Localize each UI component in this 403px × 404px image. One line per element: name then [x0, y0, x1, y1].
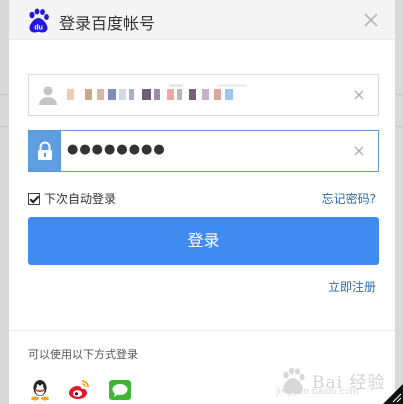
backdrop-line — [0, 126, 9, 127]
watermark: Bai 经验 jingyan.baidu.com — [272, 366, 387, 398]
watermark-subtext: jingyan.baidu.com — [276, 387, 360, 397]
backdrop-line — [395, 126, 403, 127]
password-field[interactable]: ●●●●●●●● — [28, 130, 379, 172]
divider — [9, 330, 395, 331]
qq-icon[interactable] — [28, 378, 52, 402]
blur-block — [177, 89, 182, 100]
blur-block — [225, 89, 233, 100]
backdrop-line — [0, 94, 9, 95]
weibo-icon[interactable] — [67, 378, 91, 402]
login-dialog: du 登录百度帐号 ●●●●●●●● 下次自动登录 忘记密码? 登录 立即注册 … — [9, 0, 395, 404]
blur-block — [189, 89, 196, 100]
clear-icon[interactable] — [352, 144, 366, 158]
blur-block — [217, 84, 247, 87]
blur-block — [129, 89, 134, 100]
blur-block — [67, 89, 74, 100]
resize-corner-icon — [383, 384, 403, 404]
username-value-blurred — [67, 84, 267, 100]
login-button[interactable]: 登录 — [28, 217, 379, 265]
chat-icon[interactable] — [108, 378, 132, 402]
other-login-label: 可以使用以下方式登录 — [28, 348, 138, 361]
blur-block — [85, 89, 92, 100]
lock-icon — [38, 141, 52, 160]
remember-me-label: 下次自动登录 — [44, 192, 117, 206]
register-link[interactable]: 立即注册 — [328, 278, 376, 295]
forgot-password-link[interactable]: 忘记密码? — [322, 190, 376, 207]
blur-block — [154, 89, 160, 100]
blur-block — [214, 89, 221, 100]
password-value: ●●●●●●●● — [67, 142, 166, 157]
blur-block — [142, 89, 151, 100]
user-icon — [39, 86, 57, 105]
dialog-header: du 登录百度帐号 — [9, 0, 395, 40]
lock-box — [29, 131, 61, 171]
logo-text: du — [34, 25, 43, 32]
clear-icon[interactable] — [352, 88, 366, 102]
remember-me-checkbox[interactable]: 下次自动登录 — [28, 190, 116, 207]
baidu-paw-icon: du — [29, 8, 49, 33]
blur-block — [169, 84, 183, 87]
blur-block — [167, 89, 174, 100]
backdrop-line — [395, 94, 403, 95]
blur-block — [97, 89, 104, 100]
checkbox-checked-icon[interactable] — [28, 192, 40, 205]
username-field[interactable] — [28, 74, 379, 116]
dialog-title: 登录百度帐号 — [59, 14, 156, 33]
close-icon[interactable] — [363, 12, 379, 28]
blur-block — [202, 89, 209, 100]
blur-block — [108, 89, 116, 100]
blur-block — [119, 89, 126, 100]
